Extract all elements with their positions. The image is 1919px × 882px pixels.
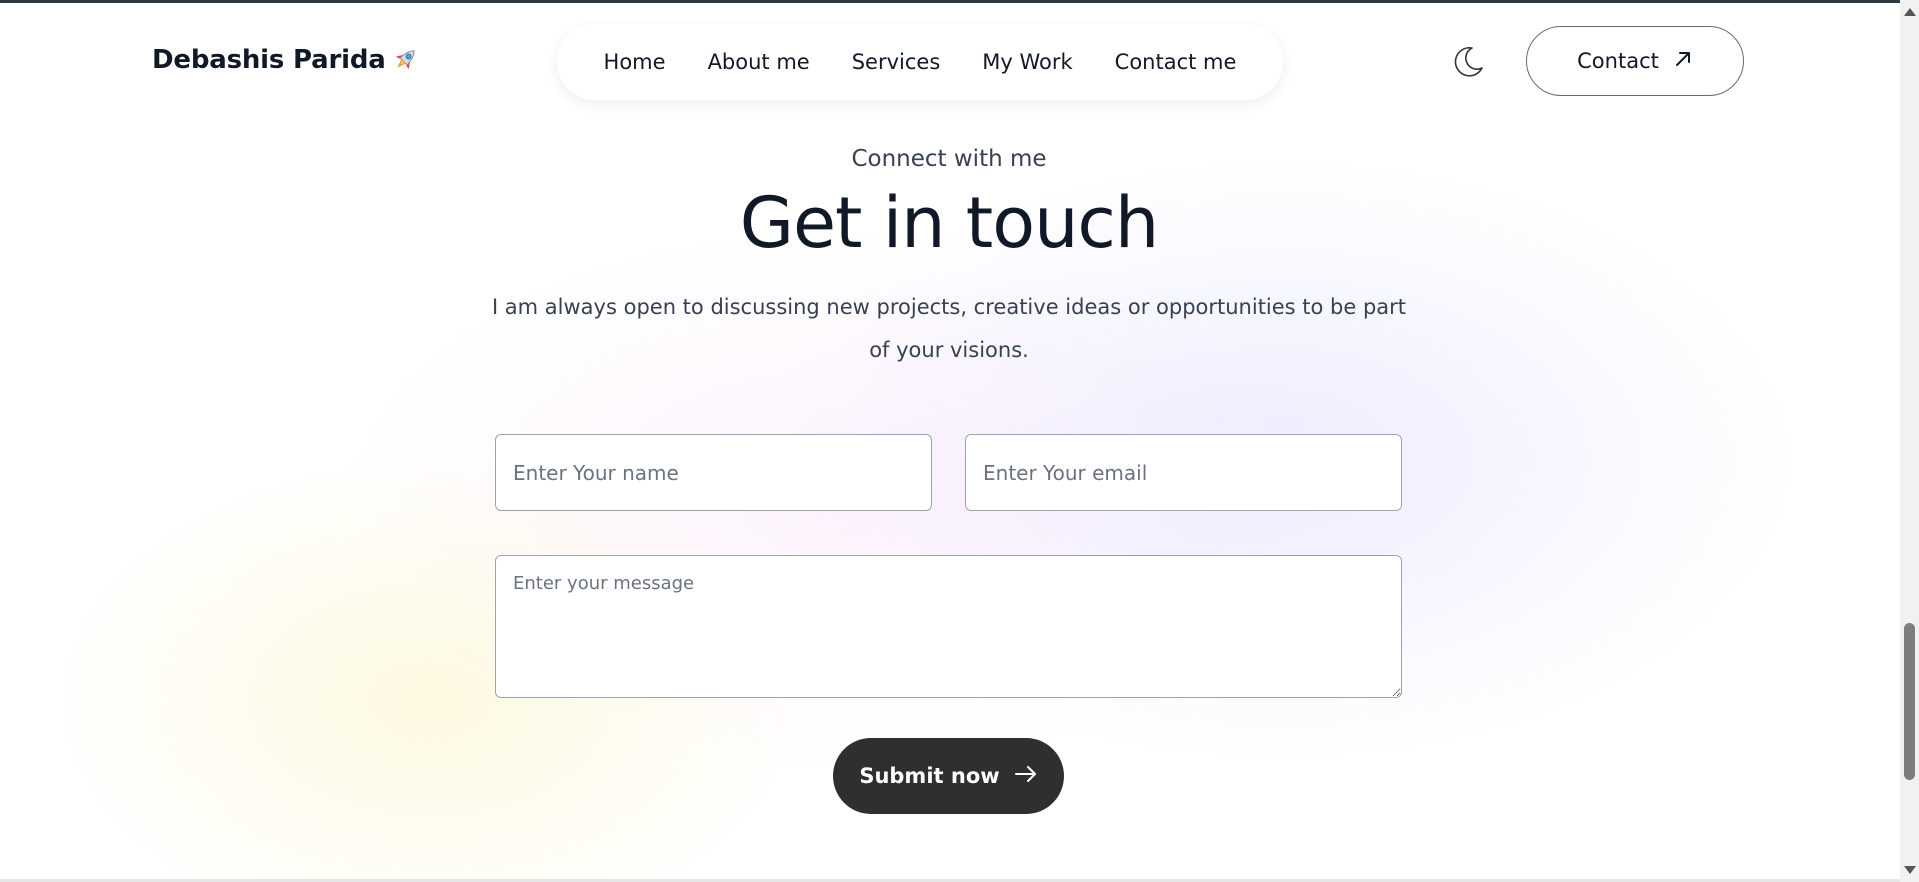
logo-text: Debashis Parida	[152, 45, 386, 75]
nav-about-me[interactable]: About me	[687, 50, 831, 74]
nav-my-work[interactable]: My Work	[961, 50, 1093, 74]
moon-icon	[1450, 44, 1486, 84]
email-input[interactable]	[965, 434, 1402, 511]
scrollbar-thumb[interactable]	[1904, 623, 1915, 780]
vertical-scrollbar[interactable]	[1900, 0, 1919, 882]
name-input[interactable]	[495, 434, 932, 511]
main-nav: Home About me Services My Work Contact m…	[557, 24, 1283, 100]
site-logo[interactable]: Debashis Parida	[152, 45, 420, 75]
section-title: Get in touch	[739, 182, 1160, 264]
theme-toggle-button[interactable]	[1448, 44, 1488, 84]
arrow-right-icon	[1014, 764, 1038, 789]
section-description: I am always open to discussing new proje…	[491, 295, 1407, 362]
scroll-down-icon[interactable]	[1904, 866, 1916, 874]
nav-home[interactable]: Home	[583, 50, 687, 74]
window-top-border	[0, 0, 1900, 3]
rocket-icon	[390, 45, 420, 75]
nav-services[interactable]: Services	[831, 50, 962, 74]
section-subtitle: Connect with me	[851, 146, 1047, 172]
contact-button[interactable]: Contact	[1526, 26, 1744, 96]
page: Debashis Parida Home About me Services M…	[0, 0, 1919, 882]
contact-button-label: Contact	[1577, 49, 1659, 73]
scroll-up-icon[interactable]	[1904, 8, 1916, 16]
message-textarea[interactable]	[495, 555, 1402, 698]
nav-contact-me[interactable]: Contact me	[1094, 50, 1258, 74]
submit-button[interactable]: Submit now	[833, 738, 1064, 814]
arrow-up-right-icon	[1673, 49, 1693, 74]
submit-button-label: Submit now	[859, 764, 1000, 788]
